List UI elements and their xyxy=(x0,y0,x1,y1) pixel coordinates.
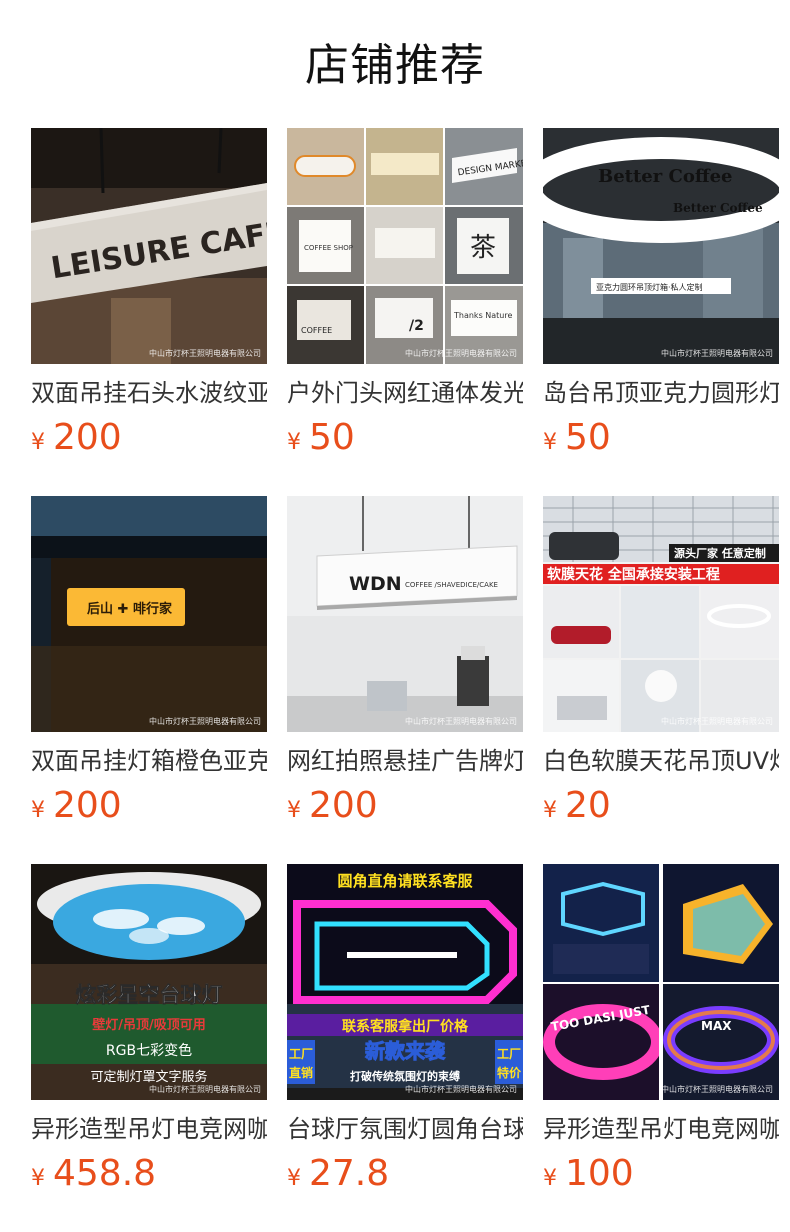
currency-symbol: ¥ xyxy=(31,430,45,455)
watermark: 中山市灯杯王照明电器有限公司 xyxy=(405,717,517,726)
image-sign-text: /2 xyxy=(409,318,424,334)
price-value: 50 xyxy=(309,417,355,458)
image-sign-text: 茶 xyxy=(470,233,496,263)
product-price: ¥200 xyxy=(31,786,267,832)
image-caption-text: RGB七彩变色 xyxy=(106,1042,192,1059)
watermark: 中山市灯杯王照明电器有限公司 xyxy=(405,349,517,358)
product-name[interactable]: 网红拍照悬挂广告牌灯箱 xyxy=(287,746,523,776)
product-image[interactable]: 炫彩星空台球灯 壁灯/吊顶/吸顶可用 RGB七彩变色 可定制灯罩文字服务 中山市… xyxy=(31,864,267,1100)
price-value: 200 xyxy=(53,785,122,826)
image-caption-text: 打破传统氛围灯的束缚 xyxy=(350,1069,460,1083)
product-price: ¥200 xyxy=(31,418,267,464)
watermark: 中山市灯杯王照明电器有限公司 xyxy=(149,717,261,726)
image-caption-text: 工厂 xyxy=(289,1047,313,1061)
image-caption-text: 可定制灯罩文字服务 xyxy=(90,1069,207,1085)
product-image[interactable]: 圆角直角请联系客服 联系客服拿出厂价格 新款来袭 打破传统氛围灯的束缚 工厂 直… xyxy=(287,864,523,1100)
product-name[interactable]: 异形造型吊灯电竞网咖吊灯 xyxy=(31,1114,267,1144)
currency-symbol: ¥ xyxy=(543,798,557,823)
image-caption-text: 亚克力圆环吊顶灯箱·私人定制 xyxy=(596,282,703,292)
watermark: 中山市灯杯王照明电器有限公司 xyxy=(405,1085,517,1094)
image-caption-text: 工厂 xyxy=(497,1047,521,1061)
image-caption-text: 特价 xyxy=(497,1065,522,1080)
price-value: 20 xyxy=(565,785,611,826)
product-price: ¥100 xyxy=(543,1154,779,1200)
currency-symbol: ¥ xyxy=(287,798,301,823)
product-price: ¥20 xyxy=(543,786,779,832)
product-card[interactable]: 源头厂家 任意定制 软膜天花 全国承接安装工程 中山市灯杯王照明电器有限公司 白… xyxy=(543,496,779,832)
image-sign-text: COFFEE SHOP xyxy=(304,244,353,252)
product-card[interactable]: 圆角直角请联系客服 联系客服拿出厂价格 新款来袭 打破传统氛围灯的束缚 工厂 直… xyxy=(287,864,523,1200)
image-caption-text: 直销 xyxy=(289,1065,313,1080)
image-sign-text: Thanks Nature xyxy=(453,311,512,320)
image-sign-text: COFFEE /SHAVEDICE/CAKE xyxy=(405,581,498,589)
product-image[interactable]: Better Coffee Better Coffee 亚克力圆环吊顶灯箱·私人… xyxy=(543,128,779,364)
currency-symbol: ¥ xyxy=(543,1166,557,1191)
product-card[interactable]: Better Coffee Better Coffee 亚克力圆环吊顶灯箱·私人… xyxy=(543,128,779,464)
image-sign-text: COFFEE xyxy=(301,326,332,335)
product-name[interactable]: 户外门头网红通体发光招牌灯箱 xyxy=(287,378,523,408)
currency-symbol: ¥ xyxy=(287,1166,301,1191)
product-image[interactable]: TOO DASI JUST MAX 中山市灯杯王照明电器有限公司 xyxy=(543,864,779,1100)
currency-symbol: ¥ xyxy=(543,430,557,455)
price-value: 50 xyxy=(565,417,611,458)
price-value: 200 xyxy=(53,417,122,458)
product-card[interactable]: 后山 ✚ 啡行家 中山市灯杯王照明电器有限公司 双面吊挂灯箱橙色亚克力招牌 ¥2… xyxy=(31,496,267,832)
image-sign-text: Better Coffee xyxy=(673,201,763,215)
watermark: 中山市灯杯王照明电器有限公司 xyxy=(661,349,773,358)
image-sign-text: WDN xyxy=(349,573,402,595)
section-title: 店铺推荐 xyxy=(305,40,485,91)
image-headline-text: 圆角直角请联系客服 xyxy=(337,872,473,890)
watermark: 中山市灯杯王照明电器有限公司 xyxy=(149,1085,261,1094)
watermark: 中山市灯杯王照明电器有限公司 xyxy=(149,349,261,358)
price-value: 458.8 xyxy=(53,1153,157,1194)
currency-symbol: ¥ xyxy=(31,798,45,823)
watermark: 中山市灯杯王照明电器有限公司 xyxy=(661,1085,773,1094)
image-sign-text: 软膜天花 全国承接安装工程 xyxy=(547,566,720,583)
price-value: 200 xyxy=(309,785,378,826)
price-value: 27.8 xyxy=(309,1153,390,1194)
image-caption-text: 联系客服拿出厂价格 xyxy=(342,1018,469,1035)
product-name[interactable]: 白色软膜天花吊顶UV灯膜 xyxy=(543,746,779,776)
product-card[interactable]: WDN COFFEE /SHAVEDICE/CAKE 中山市灯杯王照明电器有限公… xyxy=(287,496,523,832)
product-price: ¥458.8 xyxy=(31,1154,267,1200)
image-sign-text: 后山 ✚ 啡行家 xyxy=(87,601,173,617)
product-card[interactable]: TOO DASI JUST MAX 中山市灯杯王照明电器有限公司 异形造型吊灯电… xyxy=(543,864,779,1200)
product-image[interactable]: 后山 ✚ 啡行家 中山市灯杯王照明电器有限公司 xyxy=(31,496,267,732)
image-sign-text: MAX xyxy=(701,1019,732,1033)
product-name[interactable]: 岛台吊顶亚克力圆形灯箱 xyxy=(543,378,779,408)
product-card[interactable]: LEISURE CAFE 中山市灯杯王照明电器有限公司 双面吊挂石头水波纹亚克力… xyxy=(31,128,267,464)
product-price: ¥200 xyxy=(287,786,523,832)
product-image[interactable]: LEISURE CAFE 中山市灯杯王照明电器有限公司 xyxy=(31,128,267,364)
product-image[interactable]: DESIGN MARKET COFFEE SHOP 茶 COFFEE /2 Th… xyxy=(287,128,523,364)
product-image[interactable]: WDN COFFEE /SHAVEDICE/CAKE 中山市灯杯王照明电器有限公… xyxy=(287,496,523,732)
product-card[interactable]: DESIGN MARKET COFFEE SHOP 茶 COFFEE /2 Th… xyxy=(287,128,523,464)
price-value: 100 xyxy=(565,1153,634,1194)
currency-symbol: ¥ xyxy=(31,1166,45,1191)
currency-symbol: ¥ xyxy=(287,430,301,455)
product-price: ¥50 xyxy=(287,418,523,464)
product-image[interactable]: 源头厂家 任意定制 软膜天花 全国承接安装工程 中山市灯杯王照明电器有限公司 xyxy=(543,496,779,732)
product-price: ¥27.8 xyxy=(287,1154,523,1200)
product-name[interactable]: 台球厅氛围灯圆角台球吊灯 xyxy=(287,1114,523,1144)
watermark: 中山市灯杯王照明电器有限公司 xyxy=(661,717,773,726)
image-sign-text: 源头厂家 任意定制 xyxy=(674,546,766,560)
product-name[interactable]: 异形造型吊灯电竞网咖灯 xyxy=(543,1114,779,1144)
image-headline-text: 新款来袭 xyxy=(365,1039,446,1063)
image-sign-text: Better Coffee xyxy=(598,166,733,187)
image-caption-text: 壁灯/吊顶/吸顶可用 xyxy=(92,1017,206,1033)
product-price: ¥50 xyxy=(543,418,779,464)
image-headline-text: 炫彩星空台球灯 xyxy=(76,983,223,1007)
product-card[interactable]: 炫彩星空台球灯 壁灯/吊顶/吸顶可用 RGB七彩变色 可定制灯罩文字服务 中山市… xyxy=(31,864,267,1200)
product-name[interactable]: 双面吊挂石头水波纹亚克力灯箱 xyxy=(31,378,267,408)
product-name[interactable]: 双面吊挂灯箱橙色亚克力招牌 xyxy=(31,746,267,776)
